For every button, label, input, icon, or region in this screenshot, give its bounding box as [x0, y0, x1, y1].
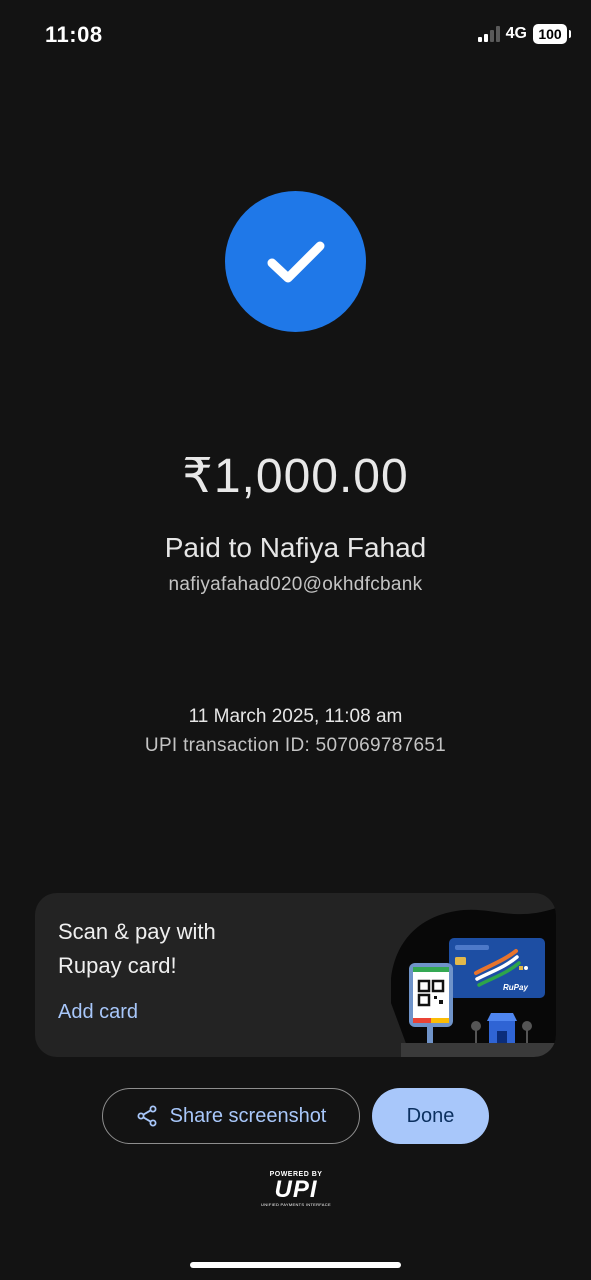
share-button-label: Share screenshot — [169, 1104, 327, 1127]
share-screenshot-button[interactable]: Share screenshot — [102, 1088, 360, 1144]
transaction-id: UPI transaction ID: 507069787651 — [144, 735, 447, 756]
battery-level: 100 — [538, 26, 562, 42]
rupay-promo-card[interactable]: Scan & pay with Rupay card! Add card RuP… — [35, 893, 556, 1057]
upi-wordmark: UPI — [274, 1176, 318, 1203]
payment-success-screen: 11:08 4G 100 ₹1,000.00 Paid to Nafiya Fa… — [0, 0, 591, 1280]
payment-amount: ₹1,000.00 — [182, 450, 409, 503]
promo-title: Scan & pay with Rupay card! — [58, 919, 216, 978]
check-icon — [267, 241, 324, 282]
payee-upi-id: nafiyafahad020@okhdfcbank — [168, 574, 423, 595]
add-card-link[interactable]: Add card — [58, 1001, 138, 1024]
upi-subtitle: UNIFIED PAYMENTS INTERFACE — [261, 1202, 331, 1207]
signal-icon — [477, 26, 500, 42]
upi-logo: POWERED BY UPI UNIFIED PAYMENTS INTERFAC… — [256, 1171, 336, 1211]
rupay-illustration-icon: RuPay — [391, 908, 556, 1057]
rupay-logo-text: RuPay — [503, 983, 528, 992]
transaction-date: 11 March 2025, 11:08 am — [188, 706, 403, 727]
battery-icon: 100 — [533, 24, 571, 44]
share-icon — [137, 1105, 157, 1127]
home-indicator[interactable] — [190, 1262, 401, 1268]
network-type: 4G — [505, 25, 527, 42]
status-time: 11:08 — [45, 22, 103, 47]
status-indicators: 4G 100 — [477, 24, 571, 44]
done-button[interactable]: Done — [372, 1088, 489, 1144]
success-badge — [225, 191, 366, 332]
payee-name: Paid to Nafiya Fahad — [164, 532, 427, 563]
